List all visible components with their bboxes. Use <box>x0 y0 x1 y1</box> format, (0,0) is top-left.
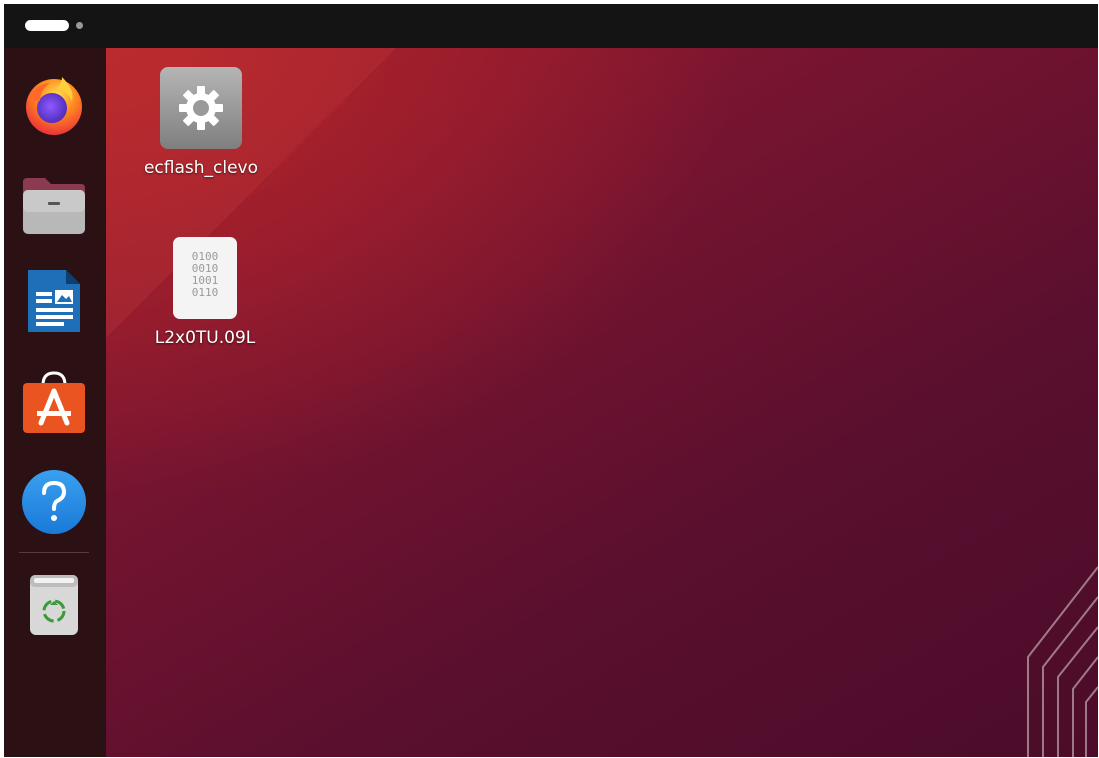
dock-item-app-center[interactable] <box>21 369 87 435</box>
folder-icon <box>23 178 85 234</box>
dock-separator <box>19 552 89 553</box>
gear-icon <box>160 67 242 149</box>
binary-line: 0110 <box>192 286 219 299</box>
top-bar <box>4 4 1098 48</box>
workspace-indicator-active[interactable] <box>25 20 69 31</box>
wallpaper-decoration <box>1027 566 1098 757</box>
help-icon <box>22 470 86 534</box>
binary-file-icon: 0100 0010 1001 0110 <box>173 237 237 319</box>
dock-item-help[interactable] <box>21 469 87 535</box>
dock-item-files[interactable] <box>21 172 87 238</box>
screen: ecflash_clevo 0100 0010 1001 0110 L2x0TU… <box>4 4 1098 757</box>
desktop-icon-label: ecflash_clevo <box>143 158 259 178</box>
desktop[interactable]: ecflash_clevo 0100 0010 1001 0110 L2x0TU… <box>106 48 1098 757</box>
libreoffice-writer-icon <box>28 270 80 332</box>
dock <box>4 48 106 757</box>
shopping-bag-icon <box>23 371 85 433</box>
dock-item-firefox[interactable] <box>21 71 87 137</box>
dock-item-trash[interactable] <box>21 571 87 637</box>
workspace-indicator-inactive[interactable] <box>76 22 83 29</box>
dock-item-writer[interactable] <box>21 268 87 334</box>
desktop-icon-ecflash[interactable]: ecflash_clevo <box>126 66 276 178</box>
trash-icon <box>30 575 78 635</box>
desktop-icon-binary-file[interactable]: 0100 0010 1001 0110 L2x0TU.09L <box>130 236 280 348</box>
desktop-icon-label: L2x0TU.09L <box>154 328 256 348</box>
firefox-icon <box>26 77 82 135</box>
